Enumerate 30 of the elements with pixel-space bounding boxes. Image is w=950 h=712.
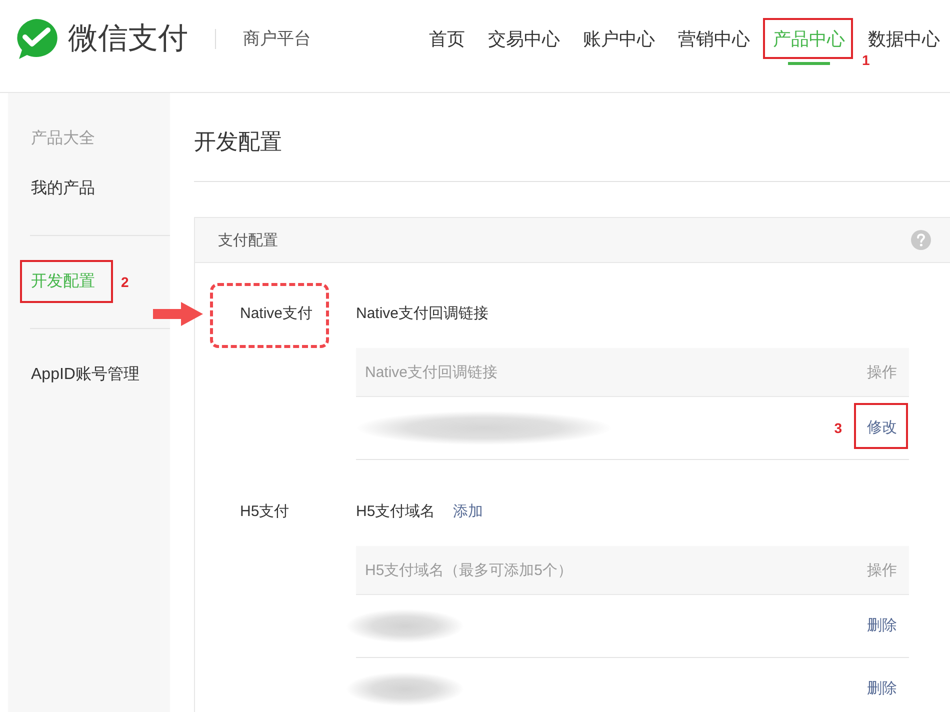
brand-name: 微信支付 (68, 21, 188, 57)
page-title: 开发配置 (194, 127, 950, 182)
column-header: H5支付域名（最多可添加5个） (365, 560, 573, 580)
add-link[interactable]: 添加 (453, 501, 484, 523)
platform-name: 商户平台 (243, 28, 311, 50)
sidebar-item[interactable]: 我的产品 (31, 177, 95, 201)
help-icon[interactable] (911, 230, 931, 250)
column-header: 操作 (867, 560, 897, 580)
section-heading: Native支付回调链接 (356, 304, 489, 324)
column-header: Native支付回调链接 (365, 362, 498, 382)
section-label: H5支付 (240, 503, 290, 520)
chat-bubble-check-logo-icon (14, 18, 58, 60)
column-header: 操作 (867, 362, 897, 382)
nav-tab[interactable]: 营销中心 (678, 13, 750, 65)
section-label: Native支付 (240, 305, 313, 322)
nav-tab[interactable]: 账户中心 (583, 13, 655, 65)
action-link[interactable]: 删除 (867, 615, 897, 637)
arrow-icon (153, 302, 203, 326)
step-number: 2 (121, 274, 129, 290)
panel-title: 支付配置 (218, 230, 278, 250)
step-number: 3 (834, 420, 842, 436)
nav-tab[interactable]: 数据中心 (868, 13, 940, 65)
section-heading: H5支付域名 (356, 502, 436, 522)
sidebar-item[interactable]: AppID账号管理 (31, 363, 140, 387)
highlight-frame (854, 403, 908, 449)
nav-tab[interactable]: 首页 (429, 13, 465, 65)
action-link[interactable]: 修改 (867, 417, 897, 439)
action-link[interactable]: 删除 (867, 678, 897, 700)
step-number: 1 (862, 52, 870, 68)
nav-tab[interactable]: 交易中心 (488, 13, 560, 65)
